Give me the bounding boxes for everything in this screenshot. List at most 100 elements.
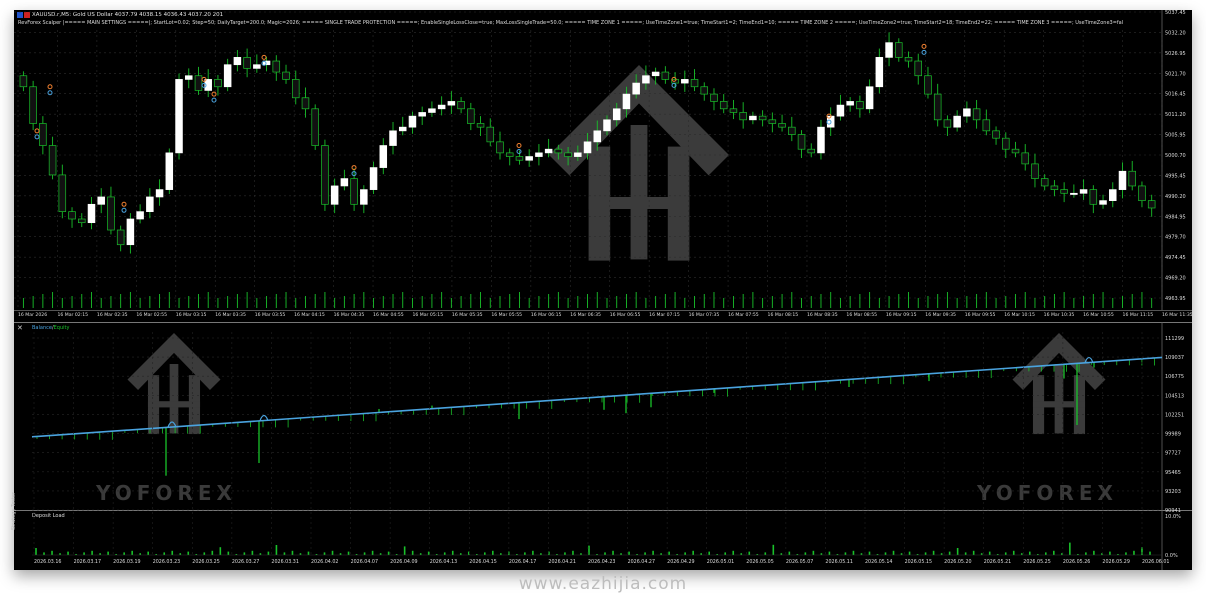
date-axis-label: 2026.03.31 — [271, 559, 298, 565]
candle-body — [807, 148, 816, 154]
equity-axis-label: 93203 — [1165, 489, 1181, 495]
candle-body — [788, 126, 796, 135]
time-axis-label: 16 Mar 03:55 — [255, 312, 286, 318]
yoforex-logo-icon — [1012, 333, 1106, 435]
candle-body — [982, 119, 991, 132]
trade-marker-icon — [516, 149, 522, 155]
date-axis-label: 2026.05.11 — [825, 559, 852, 565]
candle-body — [505, 152, 514, 157]
date-axis-label: 2026.05.05 — [746, 559, 773, 565]
candle-body — [1138, 185, 1146, 201]
candle-body — [1109, 189, 1117, 201]
candle-body — [719, 101, 728, 110]
equity-axis-label: 109037 — [1165, 355, 1184, 361]
candle-body — [311, 108, 319, 146]
candle-body — [1147, 200, 1156, 209]
candle-body — [544, 148, 553, 154]
candle-body — [68, 211, 76, 220]
time-axis-label: 16 Mar 07:55 — [728, 312, 759, 318]
date-axis-label: 2026.04.17 — [509, 559, 536, 565]
candle-body — [194, 75, 203, 91]
candle-body — [350, 178, 358, 205]
candle-body — [992, 130, 1000, 139]
candle-body — [856, 101, 864, 110]
date-axis-label: 2026.04.23 — [588, 559, 615, 565]
date-axis-label: 2026.05.21 — [984, 559, 1011, 565]
candle-body — [1031, 163, 1039, 179]
candle-body — [651, 71, 660, 77]
candle-body — [768, 119, 777, 124]
date-axis-label: 2026.05.14 — [865, 559, 892, 565]
date-axis-label: 2026.05.25 — [1023, 559, 1050, 565]
candle-body — [1002, 137, 1010, 150]
candle-body — [428, 108, 436, 113]
yoforex-logo-icon — [127, 333, 221, 435]
candle-body — [603, 119, 611, 132]
candle-body — [933, 93, 942, 121]
price-axis-label: 4963.95 — [1165, 296, 1186, 302]
candle-body — [360, 189, 368, 205]
candle-body — [953, 115, 961, 128]
time-axis-label: 16 Mar 04:15 — [294, 312, 325, 318]
candle-body — [535, 152, 543, 157]
time-axis-label: 16 Mar 2026 — [18, 312, 47, 318]
candle-body — [1070, 192, 1078, 195]
candle-body — [39, 123, 47, 146]
strategy-tester-window: XAUUSD.r,M5: Gold US Dollar 4037.79 4038… — [11, 10, 1192, 570]
candle-body — [778, 123, 786, 128]
trade-marker-icon — [34, 134, 40, 140]
candle-body — [223, 64, 232, 88]
time-axis-label: 16 Mar 06:35 — [570, 312, 601, 318]
price-axis-label: 5032.20 — [1165, 30, 1186, 36]
date-axis-label: 2026.03.17 — [74, 559, 101, 565]
time-axis-label: 16 Mar 02:15 — [57, 312, 88, 318]
price-axis-label: 4984.95 — [1165, 214, 1186, 220]
candle-body — [291, 79, 300, 99]
date-axis-label: 2026.03.25 — [192, 559, 219, 565]
price-axis-label: 5005.95 — [1165, 133, 1186, 139]
price-axis-label: 5021.70 — [1165, 71, 1186, 77]
candle-body — [496, 141, 504, 154]
candle-body — [690, 79, 699, 88]
candle-body — [710, 93, 718, 102]
candle-body — [272, 60, 281, 73]
candle-body — [583, 141, 592, 154]
candle-body — [865, 86, 874, 110]
time-axis-label: 16 Mar 07:35 — [689, 312, 720, 318]
candle-body — [437, 104, 446, 110]
price-axis-label: 4969.20 — [1165, 276, 1186, 282]
watermark-text: YOFOREX — [976, 481, 1118, 505]
time-axis-label: 16 Mar 11:15 — [1123, 312, 1154, 318]
candle-body — [408, 115, 417, 128]
candle-body — [758, 115, 767, 121]
price-axis-label: 4974.45 — [1165, 255, 1186, 261]
time-axis-label: 16 Mar 08:55 — [846, 312, 877, 318]
candle-body — [243, 57, 251, 69]
candle-body — [554, 148, 563, 154]
candle-body — [58, 174, 67, 213]
date-axis-label: 2026.05.07 — [786, 559, 813, 565]
candle-body — [340, 178, 349, 187]
time-axis-label: 16 Mar 02:55 — [136, 312, 167, 318]
equity-axis-label: 111299 — [1165, 336, 1184, 342]
candle-body — [817, 126, 825, 154]
candle-body — [700, 86, 709, 95]
candle-body — [729, 108, 738, 113]
date-axis-label: 2026.04.13 — [430, 559, 457, 565]
candle-body — [661, 71, 670, 80]
candle-body — [525, 156, 533, 161]
candle-body — [749, 115, 757, 121]
time-axis-label: 16 Mar 05:35 — [452, 312, 483, 318]
date-axis-label: 2026.03.27 — [232, 559, 259, 565]
trade-marker-icon — [211, 91, 217, 97]
time-axis-label: 16 Mar 05:15 — [412, 312, 443, 318]
candle-body — [574, 152, 582, 157]
candle-body — [846, 101, 854, 106]
candle-body — [175, 79, 183, 154]
trade-marker-icon — [47, 84, 53, 90]
date-axis-label: 2026.05.20 — [944, 559, 971, 565]
time-axis-label: 16 Mar 03:15 — [176, 312, 207, 318]
candle-body — [457, 101, 465, 110]
candle-body — [155, 189, 164, 198]
date-axis-label: 2026.04.29 — [667, 559, 694, 565]
